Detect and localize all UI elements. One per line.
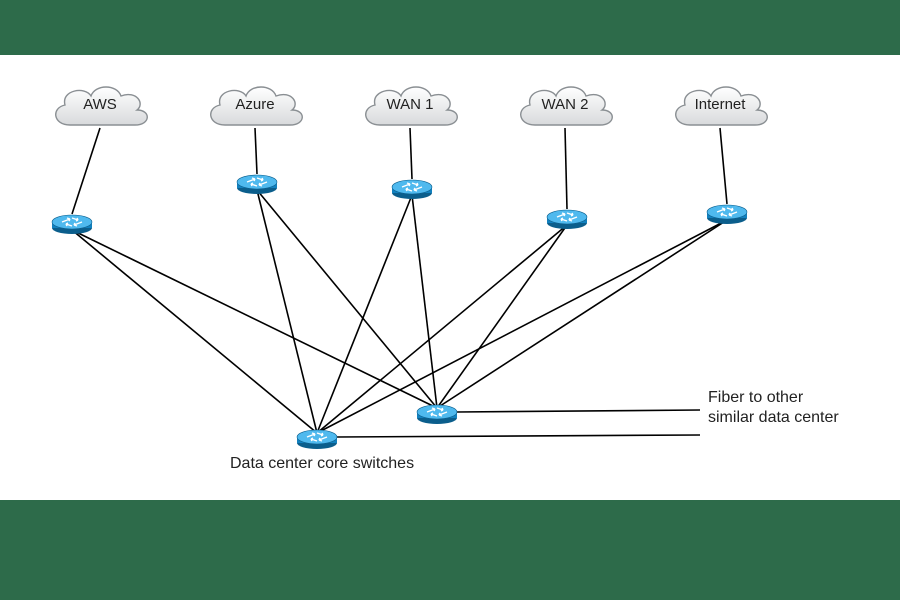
edge-router-azure <box>235 170 279 192</box>
edge-router-internet <box>705 200 749 222</box>
cloud-label-aws: AWS <box>45 96 155 113</box>
core-left <box>295 425 339 447</box>
edge-router-wan2 <box>545 205 589 227</box>
cloud-label-wan2: WAN 2 <box>510 96 620 113</box>
edge-router-aws <box>50 210 94 232</box>
edge-router-wan1 <box>390 175 434 197</box>
cloud-label-internet: Internet <box>665 96 775 113</box>
core-right <box>415 400 459 422</box>
connection-lines <box>0 55 900 500</box>
cloud-label-wan1: WAN 1 <box>355 96 465 113</box>
diagram-canvas: Data center core switches Fiber to other… <box>0 55 900 500</box>
cloud-label-azure: Azure <box>200 96 310 113</box>
